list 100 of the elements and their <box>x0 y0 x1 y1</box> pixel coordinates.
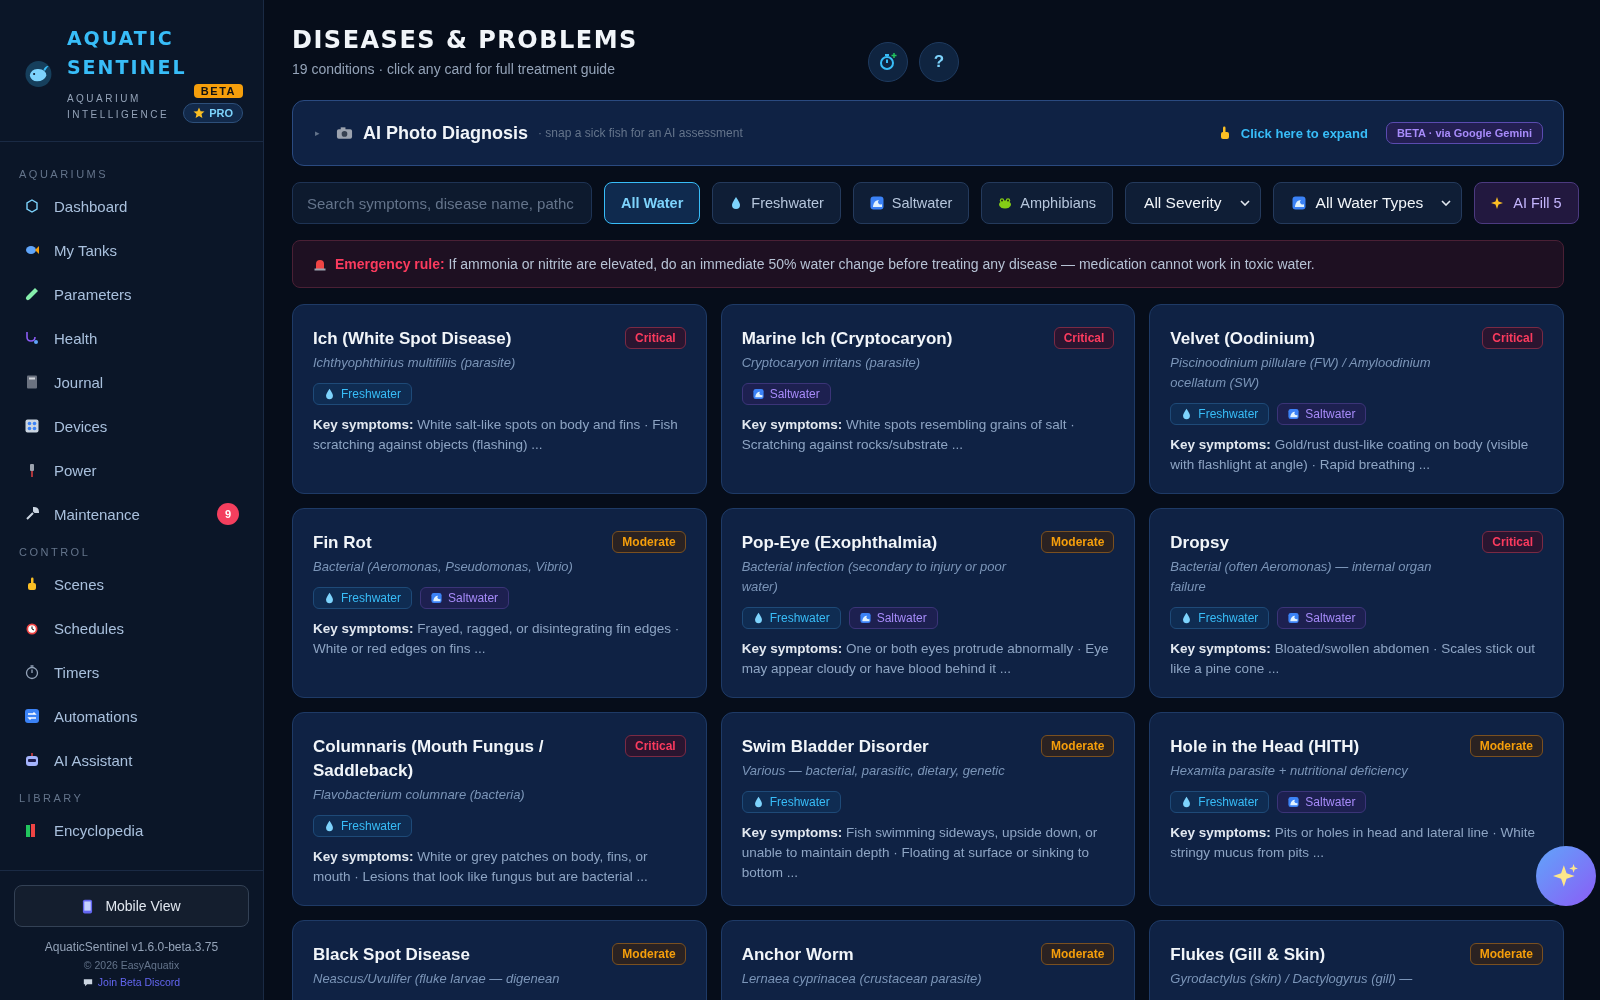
disease-card[interactable] <box>292 712 707 906</box>
nav-item[interactable]: Timers <box>0 650 263 694</box>
disease-card[interactable]: Fin Rot Moderate Bacterial (Aeromonas, Pseudomonas, Vibrio) Freshwater Saltwater Key symptoms: Frayed, ragged, or disintegrating fin edges · White or red edges on fins ... <box>292 508 707 698</box>
severity-badge: Critical <box>1482 327 1543 349</box>
water-drop-icon <box>1181 612 1193 624</box>
arrows-icon <box>24 708 40 724</box>
disease-card[interactable] <box>720 712 1136 906</box>
discord-link[interactable]: Join Beta Discord <box>97 976 181 988</box>
key-symptoms-text: Key symptoms: White salt-like spots on body and fins · Fish scratching against objects (flashing) ... <box>313 416 679 454</box>
test-tube-icon <box>24 286 40 302</box>
nav-item[interactable]: Encyclopedia <box>0 808 263 852</box>
disease-cause: Gyrodactylus (skin) / Dactylogyrus (gill) — <box>1170 970 1414 988</box>
ai-assistant-fab[interactable] <box>1536 846 1596 906</box>
disease-cause: Neascus/Uvulifer (fluke larvae — digenean <box>313 970 561 988</box>
wave-icon <box>869 196 884 210</box>
star-icon <box>193 107 206 119</box>
emergency-rule-text: Emergency rule: If ammonia or nitrite are elevated, do an immediate 50% water change before treating any disease — medication cannot work in toxic water. <box>335 256 1315 272</box>
nav-item[interactable]: Schedules <box>0 606 263 650</box>
stopwatch-icon <box>24 664 40 680</box>
water-drop-icon <box>752 612 764 624</box>
disease-cause: Bacterial (Aeromonas, Pseudomonas, Vibrio) <box>313 558 574 576</box>
count-badge: 9 <box>217 503 239 525</box>
version-text: AquaticSentinel v1.6.0-beta.3.75 <box>44 940 219 954</box>
severity-select[interactable]: All Severity <box>1125 182 1261 224</box>
severity-badge: Critical <box>1482 531 1543 553</box>
water-type-tag: Freshwater <box>741 791 841 813</box>
water-type-tag: Saltwater <box>1277 791 1367 813</box>
water-type-tag: Saltwater <box>1277 607 1367 629</box>
key-symptoms-text: Key symptoms: Gold/rust dust-like coating on body (visible with flashlight at angle) · Rapid breathing ... <box>1170 436 1530 474</box>
water-type-select[interactable]: All Water Types <box>1272 182 1463 224</box>
filter-button[interactable]: Saltwater <box>852 182 970 224</box>
water-type-tag: Freshwater <box>741 607 841 629</box>
disease-title: Fin Rot <box>313 532 372 554</box>
water-drop-icon <box>324 592 335 604</box>
disease-cause: Hexamita parasite + nutritional deficiency <box>1170 762 1409 780</box>
disease-title: Columnaris (Mouth Fungus / Saddleback) <box>313 736 545 782</box>
disease-card[interactable]: Dropsy Critical Bacterial (often Aeromonas) — internal organ failure Freshwater Saltwater Key symptoms: Bloated/swollen abdomen · Scales stick out like a pine cone ... <box>1149 508 1564 698</box>
disease-cause: Ichthyophthirius multifiliis (parasite) <box>313 354 517 372</box>
disease-card[interactable]: Anchor Worm Moderate Lernaea cyprinacea (crustacean parasite) <box>720 920 1136 1000</box>
timer-button[interactable] <box>867 42 908 82</box>
water-type-tag: Freshwater <box>1170 403 1270 425</box>
filter-button[interactable]: All Water <box>604 182 701 224</box>
nav-item[interactable]: Parameters <box>0 272 263 316</box>
nav-item[interactable]: AI Assistant <box>0 738 263 782</box>
water-type-tag: Saltwater <box>741 383 831 405</box>
water-type-tag: Saltwater <box>1277 403 1367 425</box>
water-drop-icon <box>324 820 335 832</box>
speech-bubble-icon <box>82 977 93 987</box>
nav-item[interactable]: Automations <box>0 694 263 738</box>
disease-card[interactable]: Marine Ich (Cryptocaryon) Critical Cryptocaryon irritans (parasite) Saltwater Key symptoms: White spots resembling grains of salt · Scratching against rocks/substrate ... <box>720 304 1136 494</box>
disease-card[interactable] <box>720 508 1136 698</box>
help-button[interactable]: ? <box>918 42 959 82</box>
disease-cause: Piscinoodinium pillulare (FW) / Amyloodinium ocellatum (SW) <box>1170 354 1432 392</box>
hexagon-icon <box>24 198 40 214</box>
water-type-tag: Freshwater <box>1170 791 1270 813</box>
nav-item[interactable]: Devices <box>0 404 263 448</box>
disease-card[interactable]: Flukes (Gill & Skin) Moderate Gyrodactylus (skin) / Dactylogyrus (gill) — <box>1149 920 1564 1000</box>
nav-item[interactable]: Dashboard <box>0 184 263 228</box>
ai-fill-button[interactable]: AI Fill 5 <box>1474 182 1579 224</box>
wave-icon <box>431 592 443 604</box>
water-drop-icon <box>324 388 335 400</box>
pointing-hand-icon <box>1218 126 1231 140</box>
nav-item[interactable]: Maintenance 9 <box>0 492 263 536</box>
nav-section-title: CONTROL <box>18 545 92 560</box>
search-field[interactable]: Search symptoms, disease name, pathc <box>292 182 592 224</box>
expand-caret: ▸ <box>315 128 320 138</box>
wave-icon <box>1288 408 1300 420</box>
wave-icon <box>1288 612 1300 624</box>
disease-cause: Lernaea cyprinacea (crustacean parasite) <box>741 970 983 988</box>
disease-card[interactable] <box>1149 304 1564 494</box>
mobile-view-button[interactable]: Mobile View <box>14 885 249 927</box>
key-symptoms-text: Key symptoms: White spots resembling grains of salt · Scratching against rocks/substrate ... <box>741 416 1076 454</box>
phone-icon <box>82 898 94 914</box>
disease-cause: Bacterial (often Aeromonas) — internal organ failure <box>1170 558 1433 596</box>
sparkle-icon <box>1553 863 1579 889</box>
disease-card[interactable]: Hole in the Head (HITH) Moderate Hexamita parasite + nutritional deficiency Freshwater Saltwater Key symptoms: Pits or holes in head and lateral line · White stringy mucus from pits ... <box>1149 712 1564 906</box>
nav-item[interactable]: Scenes <box>0 562 263 606</box>
water-type-tag: Freshwater <box>313 587 413 609</box>
disease-card[interactable]: Black Spot Disease Moderate Neascus/Uvulifer (fluke larvae — digenean <box>292 920 707 1000</box>
chevron-down-icon <box>1441 200 1452 206</box>
filter-button[interactable]: Freshwater <box>712 182 841 224</box>
app-name: AQUATIC SENTINEL <box>66 26 188 80</box>
nav-item[interactable]: Power <box>0 448 263 492</box>
severity-badge: Critical <box>624 735 686 757</box>
photo-diagnosis-panel[interactable]: ▸ AI Photo Diagnosis · snap a sick fish for an AI assessment Click here to expand BETA · via Google Gemini <box>292 100 1564 166</box>
nav-item[interactable]: Health <box>0 316 263 360</box>
nav-item[interactable]: My Tanks <box>0 228 263 272</box>
severity-badge: Moderate <box>1041 735 1115 757</box>
water-type-tag: Freshwater <box>313 383 413 405</box>
key-symptoms-text: Key symptoms: Pits or holes in head and lateral line · White stringy mucus from pits ... <box>1170 824 1536 862</box>
wave-icon <box>1291 196 1306 210</box>
disease-title: Anchor Worm <box>741 944 854 966</box>
grid-icon <box>24 418 40 434</box>
filter-button[interactable]: Amphibians <box>981 182 1114 224</box>
nav-item[interactable]: Journal <box>0 360 263 404</box>
expand-link[interactable]: Click here to expand <box>1240 125 1368 141</box>
severity-badge: Critical <box>1053 327 1115 349</box>
disease-card[interactable]: Ich (White Spot Disease) Critical Ichthyophthirius multifiliis (parasite) Freshwater Key symptoms: White salt-like spots on body and fins · Fish scratching against objects (flashing) ... <box>292 304 707 494</box>
key-symptoms-text: Key symptoms: Bloated/swollen abdomen · Scales stick out like a pine cone ... <box>1170 640 1536 678</box>
diagnosis-title: AI Photo Diagnosis <box>363 122 528 144</box>
